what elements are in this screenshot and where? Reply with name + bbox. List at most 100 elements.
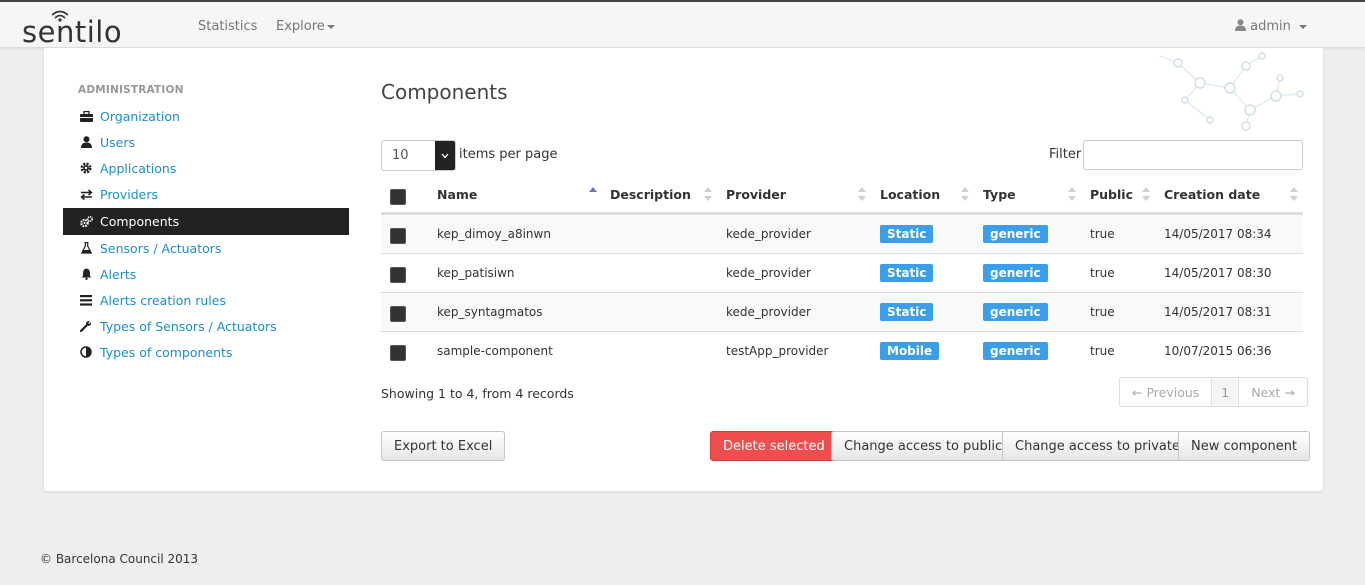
- page-1-link[interactable]: 1: [1212, 378, 1240, 406]
- list-icon: [79, 293, 93, 307]
- filter-label: Filter: [1049, 147, 1082, 162]
- user-name: admin: [1250, 19, 1291, 34]
- sidebar-item-sensor-types[interactable]: Types of Sensors / Actuators: [63, 313, 349, 339]
- chevron-down-icon: [326, 24, 335, 29]
- table-header: Name Description Provider Location Type …: [381, 176, 1303, 214]
- cogs-icon: [79, 215, 93, 229]
- column-header-provider[interactable]: Provider: [726, 187, 786, 202]
- transfer-icon: [79, 187, 93, 201]
- sidebar-heading: ADMINISTRATION: [78, 84, 184, 96]
- sort-icon[interactable]: [704, 186, 712, 202]
- location-badge: Static: [880, 225, 934, 243]
- cell-creation-date: 14/05/2017 08:31: [1164, 305, 1272, 319]
- change-public-button[interactable]: Change access to public: [831, 431, 1016, 461]
- cell-public: true: [1090, 227, 1115, 241]
- sidebar-item-label: Applications: [100, 160, 177, 176]
- pagination: ← Previous 1 Next →: [1119, 377, 1308, 407]
- row-checkbox[interactable]: [390, 228, 406, 244]
- sentilo-logo[interactable]: sentilo: [22, 6, 158, 46]
- cell-public: true: [1090, 305, 1115, 319]
- items-per-page-label: items per page: [459, 147, 558, 162]
- change-private-button[interactable]: Change access to private: [1002, 431, 1193, 461]
- cell-provider: kede_provider: [726, 266, 811, 280]
- cell-creation-date: 14/05/2017 08:30: [1164, 266, 1272, 280]
- filter-input[interactable]: [1083, 140, 1303, 170]
- user-icon: [1235, 19, 1247, 31]
- cell-name[interactable]: kep_patisiwn: [437, 266, 515, 280]
- sidebar-item-label: Components: [100, 214, 180, 229]
- cell-creation-date: 10/07/2015 06:36: [1164, 344, 1272, 358]
- cell-provider: kede_provider: [726, 305, 811, 319]
- previous-page-link[interactable]: ← Previous: [1120, 378, 1213, 406]
- sidebar-item-label: Alerts: [100, 266, 137, 282]
- items-per-page-value: 10: [392, 148, 409, 163]
- cell-public: true: [1090, 344, 1115, 358]
- row-checkbox[interactable]: [390, 267, 406, 283]
- sidebar-item-label: Organization: [100, 108, 180, 124]
- column-header-type[interactable]: Type: [983, 187, 1016, 202]
- table-row[interactable]: kep_syntagmatos kede_provider Static gen…: [381, 292, 1303, 331]
- items-per-page-select[interactable]: 10: [381, 140, 456, 171]
- sort-asc-icon[interactable]: [589, 186, 597, 202]
- cell-provider: kede_provider: [726, 227, 811, 241]
- chevron-down-icon: [1299, 24, 1307, 29]
- row-checkbox[interactable]: [390, 306, 406, 322]
- cell-name[interactable]: kep_dimoy_a8inwn: [437, 227, 551, 241]
- user-menu[interactable]: admin: [1235, 19, 1307, 34]
- table-row[interactable]: sample-component testApp_provider Mobile…: [381, 331, 1303, 370]
- sort-icon[interactable]: [1290, 186, 1298, 202]
- table-row[interactable]: kep_dimoy_a8inwn kede_provider Static ge…: [381, 214, 1303, 253]
- sidebar-item-label: Sensors / Actuators: [100, 240, 222, 256]
- sidebar-item-components[interactable]: Components: [63, 208, 349, 235]
- new-component-button[interactable]: New component: [1178, 431, 1311, 461]
- sidebar-item-label: Providers: [100, 186, 158, 202]
- bell-icon: [79, 267, 93, 281]
- sort-icon[interactable]: [961, 186, 969, 202]
- sort-icon[interactable]: [1142, 186, 1150, 202]
- nav-explore-label: Explore: [276, 19, 325, 34]
- chevron-down-icon[interactable]: [435, 141, 455, 170]
- nav-statistics[interactable]: Statistics: [198, 19, 257, 34]
- table-row[interactable]: kep_patisiwn kede_provider Static generi…: [381, 253, 1303, 292]
- row-checkbox[interactable]: [390, 345, 406, 361]
- column-header-creation-date[interactable]: Creation date: [1164, 187, 1260, 202]
- column-header-description[interactable]: Description: [610, 187, 691, 202]
- type-badge: generic: [983, 264, 1048, 282]
- user-icon: [79, 135, 93, 149]
- page-title: Components: [381, 80, 508, 104]
- sidebar-item-applications[interactable]: Applications: [63, 155, 349, 181]
- sort-icon[interactable]: [858, 186, 866, 202]
- sidebar-item-label: Types of Sensors / Actuators: [100, 318, 277, 334]
- top-navbar: sentilo Statistics Explore admin: [0, 0, 1365, 48]
- sidebar-item-alert-rules[interactable]: Alerts creation rules: [63, 287, 349, 313]
- footer-copyright: © Barcelona Council 2013: [40, 552, 199, 566]
- type-badge: generic: [983, 342, 1048, 360]
- adjust-icon: [79, 345, 93, 359]
- column-header-public[interactable]: Public: [1090, 187, 1133, 202]
- nav-explore[interactable]: Explore: [276, 19, 335, 34]
- column-header-name[interactable]: Name: [437, 187, 477, 202]
- sort-icon[interactable]: [1068, 186, 1076, 202]
- export-excel-button[interactable]: Export to Excel: [381, 431, 506, 461]
- flask-icon: [79, 241, 93, 255]
- records-info: Showing 1 to 4, from 4 records: [381, 386, 574, 401]
- delete-selected-button[interactable]: Delete selected: [710, 431, 838, 461]
- cell-name[interactable]: sample-component: [437, 344, 553, 358]
- cell-creation-date: 14/05/2017 08:34: [1164, 227, 1272, 241]
- select-all-checkbox[interactable]: [390, 189, 406, 205]
- wrench-icon: [79, 319, 93, 333]
- sidebar-item-providers[interactable]: Providers: [63, 181, 349, 207]
- sidebar-item-sensors[interactable]: Sensors / Actuators: [63, 235, 349, 261]
- location-badge: Static: [880, 303, 934, 321]
- sidebar-item-users[interactable]: Users: [63, 129, 349, 155]
- type-badge: generic: [983, 303, 1048, 321]
- location-badge: Mobile: [880, 342, 940, 360]
- column-header-location[interactable]: Location: [880, 187, 940, 202]
- cog-icon: [79, 161, 93, 175]
- cell-name[interactable]: kep_syntagmatos: [437, 305, 543, 319]
- sidebar-item-alerts[interactable]: Alerts: [63, 261, 349, 287]
- sidebar-item-organization[interactable]: Organization: [63, 103, 349, 129]
- sidebar-item-component-types[interactable]: Types of components: [63, 339, 349, 365]
- type-badge: generic: [983, 225, 1048, 243]
- next-page-link[interactable]: Next →: [1239, 378, 1307, 406]
